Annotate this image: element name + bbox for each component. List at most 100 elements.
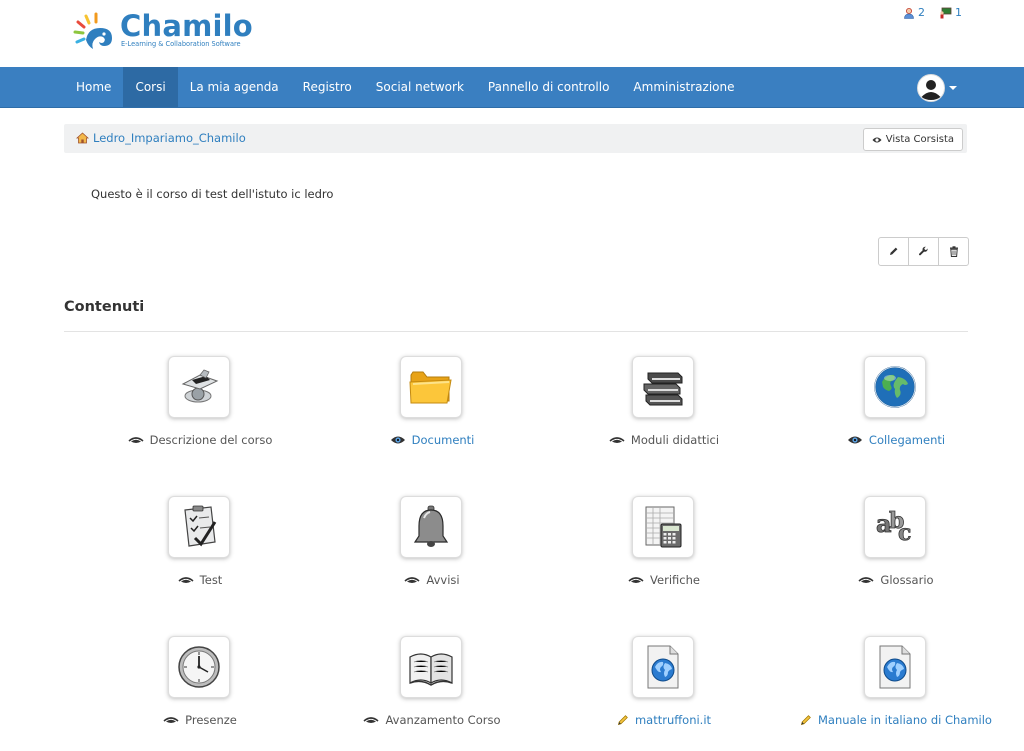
course-description-tile[interactable]: [168, 356, 230, 418]
visibility-closed-eye-icon[interactable]: [178, 576, 194, 585]
course-description: Questo è il corso di test dell'istuto ic…: [91, 187, 334, 201]
user-menu[interactable]: [917, 74, 957, 102]
tool-label[interactable]: Avanzamento Corso: [316, 713, 548, 727]
breadcrumb-course-link[interactable]: Ledro_Impariamo_Chamilo: [76, 131, 246, 145]
users-online-count: 2: [918, 6, 925, 19]
learning-paths-tile[interactable]: [632, 356, 694, 418]
wrench-icon: [919, 246, 928, 256]
nav-menu: Home Corsi La mia agenda Registro Social…: [64, 67, 747, 107]
chevron-down-icon: [949, 86, 957, 90]
course-progress-tile[interactable]: [400, 636, 462, 698]
glossary-abc-icon: a b c: [876, 508, 912, 547]
link-manual-tile[interactable]: [864, 636, 926, 698]
web-link-icon: [647, 645, 679, 689]
web-link-icon: [879, 645, 911, 689]
section-title-contents: Contenuti: [64, 299, 145, 315]
test-tile[interactable]: [168, 496, 230, 558]
classroom-stat[interactable]: 1: [939, 6, 962, 19]
tool-label[interactable]: Avvisi: [316, 573, 548, 587]
visibility-closed-eye-icon[interactable]: [609, 436, 625, 445]
tool-glossary[interactable]: a b c Glossario: [780, 496, 1012, 606]
nav-item-agenda[interactable]: La mia agenda: [178, 67, 291, 107]
tool-label[interactable]: Verifiche: [548, 573, 780, 587]
attendance-tile[interactable]: [168, 636, 230, 698]
settings-button[interactable]: [909, 238, 939, 265]
links-tile[interactable]: [864, 356, 926, 418]
tool-label-text: Avvisi: [426, 573, 460, 587]
tool-course-progress[interactable]: Avanzamento Corso: [316, 636, 548, 746]
users-online-stat[interactable]: 2: [903, 6, 925, 19]
documents-tile[interactable]: [400, 356, 462, 418]
nav-item-corsi[interactable]: Corsi: [123, 67, 178, 107]
header: Chamilo E-Learning & Collaboration Softw…: [0, 0, 1024, 67]
edit-button[interactable]: [879, 238, 909, 265]
svg-text:c: c: [898, 520, 911, 546]
tool-attendance[interactable]: Presenze: [84, 636, 316, 746]
tool-link-manual[interactable]: Manuale in italiano di Chamilo: [780, 636, 1012, 746]
users-online-icon: [904, 7, 914, 19]
visibility-closed-eye-icon[interactable]: [404, 576, 420, 585]
nav-item-control-panel[interactable]: Pannello di controllo: [476, 67, 622, 107]
tool-links[interactable]: Collegamenti: [780, 356, 1012, 466]
link-mattruffoni-tile[interactable]: [632, 636, 694, 698]
tool-label-text: Avanzamento Corso: [385, 713, 501, 727]
tool-link-mattruffoni[interactable]: mattruffoni.it: [548, 636, 780, 746]
pencil-edit-icon[interactable]: [800, 714, 812, 726]
home-icon: [76, 132, 89, 144]
tool-test[interactable]: Test: [84, 496, 316, 606]
books-icon: [643, 372, 683, 406]
tool-label[interactable]: Glossario: [780, 573, 1012, 587]
visibility-eye-icon[interactable]: [390, 435, 406, 445]
tool-label[interactable]: Descrizione del corso: [84, 433, 316, 447]
classroom-icon: [940, 7, 952, 18]
globe-icon: [874, 366, 916, 408]
nav-item-administration[interactable]: Amministrazione: [621, 67, 746, 107]
quiz-icon: [184, 505, 217, 547]
nav-item-social-network[interactable]: Social network: [364, 67, 476, 107]
tool-label-text: Moduli didattici: [630, 433, 720, 447]
nav-item-registro[interactable]: Registro: [291, 67, 364, 107]
announcements-tile[interactable]: [400, 496, 462, 558]
tool-label[interactable]: mattruffoni.it: [548, 713, 780, 727]
delete-button[interactable]: [939, 238, 968, 265]
tool-announcements[interactable]: Avvisi: [316, 496, 548, 606]
breadcrumb: Ledro_Impariamo_Chamilo Vista Corsista: [64, 124, 967, 153]
tool-label-text: Documenti: [411, 433, 475, 447]
pencil-icon: [890, 247, 898, 255]
visibility-closed-eye-icon[interactable]: [858, 576, 874, 585]
chamilo-logo[interactable]: Chamilo E-Learning & Collaboration Softw…: [72, 10, 262, 56]
tool-course-description[interactable]: Descrizione del corso: [84, 356, 316, 466]
student-view-button[interactable]: Vista Corsista: [862, 128, 963, 151]
tool-label[interactable]: Test: [84, 573, 316, 587]
tool-label[interactable]: Presenze: [84, 713, 316, 727]
assessments-tile[interactable]: [632, 496, 694, 558]
main-navbar: Home Corsi La mia agenda Registro Social…: [0, 67, 1024, 108]
avatar: [917, 74, 945, 102]
visibility-closed-eye-icon[interactable]: [363, 716, 380, 725]
logo-subtitle: E-Learning & Collaboration Software: [121, 40, 241, 48]
tool-label[interactable]: Manuale in italiano di Chamilo: [780, 713, 1012, 727]
visibility-closed-eye-icon[interactable]: [128, 436, 144, 445]
nav-item-home[interactable]: Home: [64, 67, 123, 107]
tool-learning-paths[interactable]: Moduli didattici: [548, 356, 780, 466]
tool-label[interactable]: Moduli didattici: [548, 433, 780, 447]
visibility-closed-eye-icon[interactable]: [163, 716, 179, 725]
course-actions: [878, 237, 969, 266]
tool-label[interactable]: Collegamenti: [780, 433, 1012, 447]
tool-documents[interactable]: Documenti: [316, 356, 548, 466]
visibility-eye-icon[interactable]: [847, 435, 863, 445]
glossary-tile[interactable]: a b c: [864, 496, 926, 558]
pencil-edit-icon[interactable]: [617, 714, 629, 726]
tool-label[interactable]: Documenti: [316, 433, 548, 447]
calculator-icon: [645, 506, 682, 548]
visibility-closed-eye-icon[interactable]: [628, 576, 644, 585]
clock-icon: [178, 646, 220, 688]
logo-text: Chamilo: [120, 9, 253, 43]
course-description-icon: [181, 369, 219, 403]
tool-label-text: Collegamenti: [868, 433, 946, 447]
tool-label-text: Descrizione del corso: [149, 433, 273, 447]
tool-assessments[interactable]: Verifiche: [548, 496, 780, 606]
chamilo-logo-icon: [73, 12, 112, 49]
tool-label-text: Presenze: [185, 713, 237, 727]
section-divider: [64, 331, 968, 332]
